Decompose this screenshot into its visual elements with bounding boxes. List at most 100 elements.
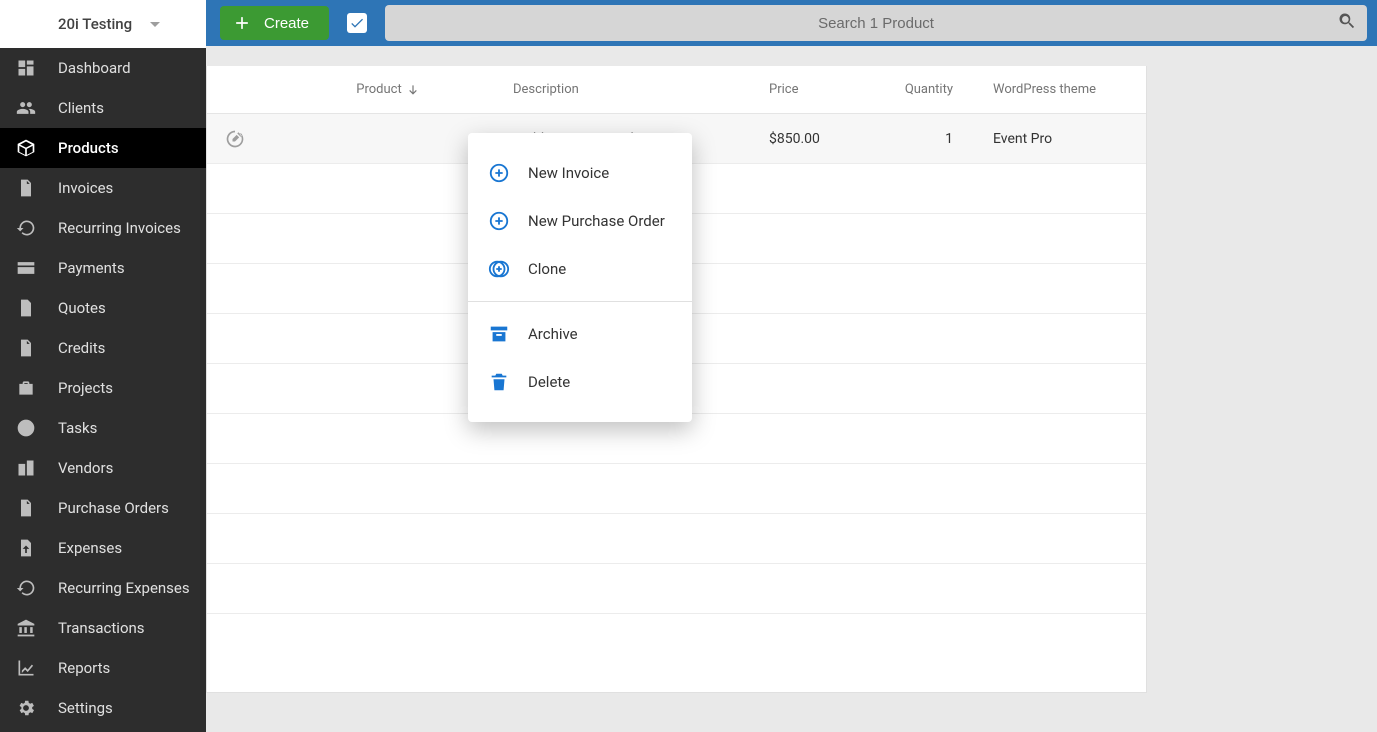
org-switcher[interactable]: 20i Testing [0, 0, 206, 48]
chevron-down-icon [150, 22, 160, 27]
sidebar-item-settings[interactable]: Settings [0, 688, 206, 728]
col-header-theme[interactable]: WordPress theme [993, 82, 1122, 97]
sidebar-item-expenses[interactable]: Expenses [0, 528, 206, 568]
main-panel: Create Product Descript [206, 0, 1377, 732]
col-header-product-label: Product [356, 82, 401, 97]
sidebar-item-label: Tasks [58, 419, 97, 437]
col-header-product[interactable]: Product [263, 82, 513, 97]
ctx-item-new-purchase-order[interactable]: New Purchase Order [468, 197, 692, 245]
edit-row-icon[interactable] [223, 127, 247, 151]
sidebar-item-vendors[interactable]: Vendors [0, 448, 206, 488]
sidebar: 20i Testing Dashboard Clients Products I… [0, 0, 206, 732]
briefcase-icon [16, 378, 44, 398]
select-all-checkbox[interactable] [347, 13, 367, 33]
sidebar-item-invoices[interactable]: Invoices [0, 168, 206, 208]
search-field-wrap [385, 5, 1367, 41]
cell-quantity: 1 [869, 131, 993, 147]
sidebar-item-label: Projects [58, 379, 113, 397]
file-icon [16, 498, 44, 518]
sidebar-item-dashboard[interactable]: Dashboard [0, 48, 206, 88]
sidebar-item-label: Reports [58, 659, 110, 677]
history-icon [16, 578, 44, 598]
sidebar-item-reports[interactable]: Reports [0, 648, 206, 688]
table-row-empty [207, 564, 1146, 614]
col-header-quantity[interactable]: Quantity [869, 82, 993, 97]
bank-icon [16, 618, 44, 638]
context-menu: New Invoice New Purchase Order Clone Arc [468, 133, 692, 422]
sidebar-item-label: Transactions [58, 619, 145, 637]
sidebar-item-label: Products [58, 139, 119, 157]
search-icon[interactable] [1337, 11, 1357, 35]
create-button[interactable]: Create [220, 6, 329, 40]
sidebar-item-credits[interactable]: Credits [0, 328, 206, 368]
sort-desc-icon [406, 82, 420, 97]
app-root: 20i Testing Dashboard Clients Products I… [0, 0, 1377, 732]
sidebar-item-tasks[interactable]: Tasks [0, 408, 206, 448]
sidebar-nav: Dashboard Clients Products Invoices Recu… [0, 48, 206, 728]
clone-icon [488, 258, 510, 280]
sidebar-item-projects[interactable]: Projects [0, 368, 206, 408]
file-icon [16, 178, 44, 198]
sidebar-item-label: Purchase Orders [58, 499, 169, 517]
table-header-row: Product Description Price Quantity WordP… [207, 66, 1146, 114]
sidebar-item-purchase-orders[interactable]: Purchase Orders [0, 488, 206, 528]
sidebar-item-label: Payments [58, 259, 125, 277]
plus-circle-icon [488, 210, 510, 232]
sidebar-item-label: Expenses [58, 539, 122, 557]
sidebar-item-label: Recurring Expenses [58, 579, 190, 597]
search-input[interactable] [385, 5, 1367, 41]
sidebar-item-transactions[interactable]: Transactions [0, 608, 206, 648]
sidebar-item-label: Dashboard [58, 59, 131, 77]
history-icon [16, 218, 44, 238]
table-row-empty [207, 464, 1146, 514]
cell-price: $850.00 [769, 131, 869, 147]
org-name: 20i Testing [58, 15, 132, 33]
archive-icon [488, 323, 510, 345]
file-icon [16, 338, 44, 358]
gear-icon [16, 698, 44, 718]
plus-circle-icon [488, 162, 510, 184]
file-arrow-icon [16, 538, 44, 558]
sidebar-item-recurring-invoices[interactable]: Recurring Invoices [0, 208, 206, 248]
file-plus-icon [16, 298, 44, 318]
col-header-price[interactable]: Price [769, 82, 869, 97]
ctx-item-new-invoice[interactable]: New Invoice [468, 149, 692, 197]
sidebar-item-label: Invoices [58, 179, 113, 197]
sidebar-item-clients[interactable]: Clients [0, 88, 206, 128]
building-icon [16, 458, 44, 478]
clock-icon [16, 418, 44, 438]
sidebar-item-label: Vendors [58, 459, 113, 477]
sidebar-item-label: Clients [58, 99, 104, 117]
check-icon [349, 15, 365, 31]
sidebar-item-recurring-expenses[interactable]: Recurring Expenses [0, 568, 206, 608]
trash-icon [488, 371, 510, 393]
ctx-item-label: Delete [528, 373, 570, 391]
ctx-item-label: Archive [528, 325, 578, 343]
credit-card-icon [16, 258, 44, 278]
ctx-separator [468, 301, 692, 302]
toolbar: Create [206, 0, 1377, 46]
box-icon [16, 138, 44, 158]
ctx-item-label: New Purchase Order [528, 212, 665, 230]
sidebar-item-label: Quotes [58, 299, 106, 317]
ctx-item-delete[interactable]: Delete [468, 358, 692, 406]
ctx-item-clone[interactable]: Clone [468, 245, 692, 293]
content-area: Product Description Price Quantity WordP… [206, 46, 1377, 732]
ctx-item-label: Clone [528, 260, 566, 278]
sidebar-item-payments[interactable]: Payments [0, 248, 206, 288]
sidebar-item-products[interactable]: Products [0, 128, 206, 168]
ctx-item-label: New Invoice [528, 164, 609, 182]
sidebar-item-label: Recurring Invoices [58, 219, 181, 237]
dashboard-icon [16, 58, 44, 78]
create-button-label: Create [264, 15, 309, 32]
table-row-empty [207, 514, 1146, 564]
col-header-description[interactable]: Description [513, 82, 769, 97]
sidebar-item-label: Credits [58, 339, 105, 357]
people-icon [16, 98, 44, 118]
sidebar-item-label: Settings [58, 699, 113, 717]
ctx-item-archive[interactable]: Archive [468, 310, 692, 358]
plus-icon [232, 13, 252, 33]
sidebar-item-quotes[interactable]: Quotes [0, 288, 206, 328]
cell-theme: Event Pro [993, 131, 1122, 147]
chart-icon [16, 658, 44, 678]
